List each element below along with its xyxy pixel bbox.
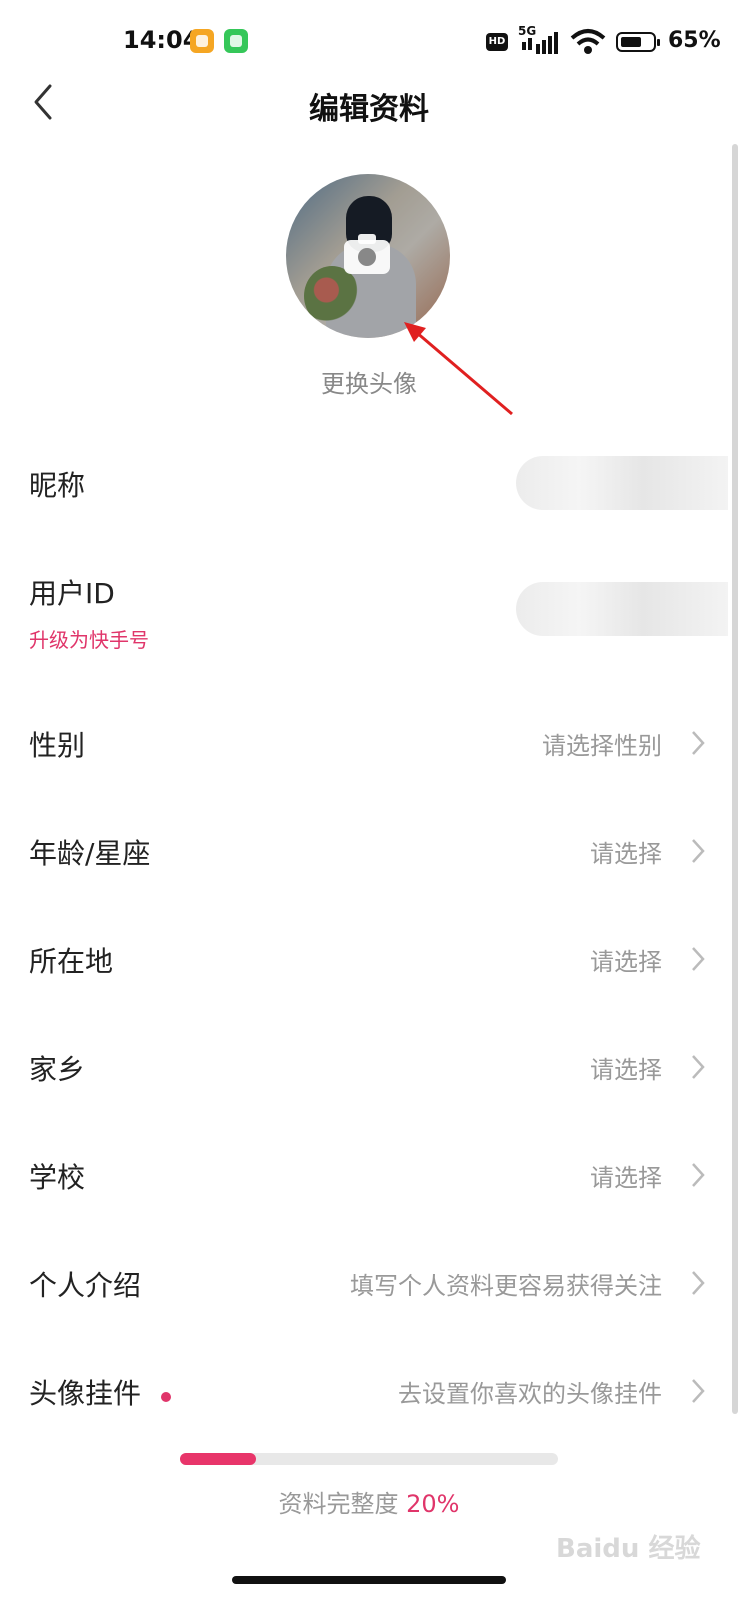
chevron-right-icon <box>692 947 705 971</box>
scrollbar[interactable] <box>732 144 738 1414</box>
chat-app-icon <box>224 29 248 53</box>
row-school[interactable]: 学校 请选择 <box>0 1122 738 1230</box>
avatar[interactable] <box>286 174 450 338</box>
upgrade-kuaishou-id-link[interactable]: 升级为快手号 <box>29 624 149 653</box>
user-id-value-blurred <box>516 582 728 636</box>
row-location[interactable]: 所在地 请选择 <box>0 906 738 1014</box>
change-avatar-label[interactable]: 更换头像 <box>0 364 738 399</box>
chevron-right-icon <box>692 1055 705 1079</box>
notes-app-icon <box>190 29 214 53</box>
completeness-progress-bar <box>180 1453 558 1465</box>
status-bar: 14:04 HD 5G 65% <box>0 0 738 84</box>
row-bio[interactable]: 个人介绍 填写个人资料更容易获得关注 <box>0 1230 738 1338</box>
row-user-id[interactable]: 用户ID 升级为快手号 <box>0 538 738 690</box>
row-nickname[interactable]: 昵称 <box>0 430 738 538</box>
row-value: 请选择 <box>590 1164 662 1192</box>
row-label: 所在地 <box>29 945 114 978</box>
row-label: 用户ID <box>29 577 115 610</box>
new-badge-dot <box>161 1392 171 1402</box>
row-value: 填写个人资料更容易获得关注 <box>350 1272 662 1300</box>
row-label: 昵称 <box>29 469 86 502</box>
row-value: 请选择 <box>590 948 662 976</box>
profile-field-list: 昵称 用户ID 升级为快手号 性别 请选择性别 年龄/星座 请选择 所在地 请选… <box>0 430 738 1446</box>
hd-badge: HD <box>486 33 508 51</box>
cellular-signal-icon <box>522 32 558 54</box>
completeness-caption: 资料完整度 20% <box>0 1484 738 1519</box>
completeness-percent: 20% <box>406 1490 460 1518</box>
row-value: 请选择 <box>590 1056 662 1084</box>
baidu-watermark: Baidu 经验 <box>556 1534 701 1564</box>
annotation-arrow-icon <box>404 322 513 416</box>
wifi-icon <box>570 29 606 54</box>
row-gender[interactable]: 性别 请选择性别 <box>0 690 738 798</box>
chevron-right-icon <box>692 1163 705 1187</box>
row-age-zodiac[interactable]: 年龄/星座 请选择 <box>0 798 738 906</box>
row-avatar-pendant[interactable]: 头像挂件 去设置你喜欢的头像挂件 <box>0 1338 738 1446</box>
row-value: 去设置你喜欢的头像挂件 <box>398 1380 662 1408</box>
chevron-right-icon <box>692 731 705 755</box>
status-time: 14:04 <box>123 26 200 54</box>
home-indicator[interactable] <box>232 1576 506 1584</box>
completeness-progress-fill <box>180 1453 256 1465</box>
row-hometown[interactable]: 家乡 请选择 <box>0 1014 738 1122</box>
row-label: 性别 <box>29 729 86 762</box>
row-label: 家乡 <box>29 1053 86 1086</box>
battery-percent: 65% <box>668 28 721 53</box>
row-label: 年龄/星座 <box>29 837 151 870</box>
row-label: 头像挂件 <box>29 1377 142 1410</box>
chevron-right-icon <box>692 839 705 863</box>
nickname-value-blurred <box>516 456 728 510</box>
camera-icon <box>344 234 390 274</box>
chevron-right-icon <box>692 1271 705 1295</box>
row-label: 学校 <box>29 1161 86 1194</box>
battery-icon <box>616 32 660 52</box>
page-title: 编辑资料 <box>309 92 429 127</box>
row-value: 请选择 <box>590 840 662 868</box>
row-value: 请选择性别 <box>542 732 662 760</box>
row-label: 个人介绍 <box>29 1269 142 1302</box>
completeness-label: 资料完整度 <box>278 1490 399 1518</box>
chevron-right-icon <box>692 1379 705 1403</box>
